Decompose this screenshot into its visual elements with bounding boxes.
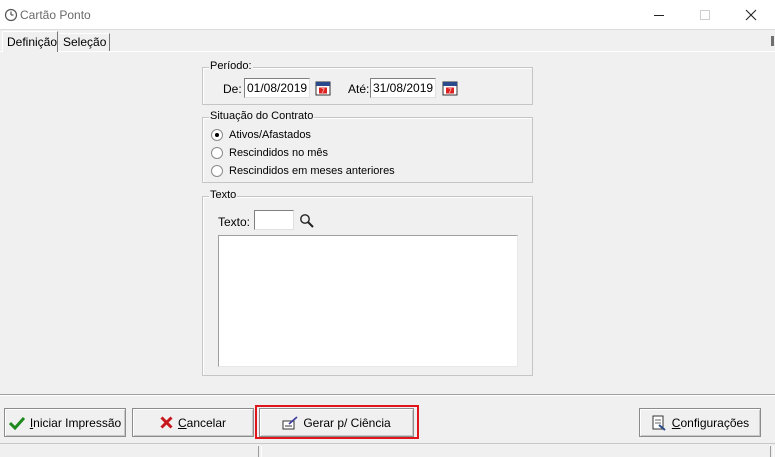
minimize-button[interactable] bbox=[636, 0, 682, 30]
periodo-group: Período: De: 01/08/2019 7 Até: 31/08/201… bbox=[202, 60, 533, 105]
radio-label: Rescindidos em meses anteriores bbox=[229, 165, 395, 177]
radio-button[interactable] bbox=[211, 165, 223, 177]
iniciar-label: Iniciar Impressão bbox=[29, 415, 122, 430]
configuracoes-label: Configurações bbox=[671, 415, 750, 430]
ate-date-field[interactable]: 31/08/2019 bbox=[370, 78, 436, 98]
gerar-label: Gerar p/ Ciência bbox=[303, 415, 391, 430]
de-date-field[interactable]: 01/08/2019 bbox=[244, 78, 310, 98]
sign-document-icon bbox=[282, 415, 298, 429]
close-button[interactable] bbox=[728, 0, 774, 30]
periodo-legend: Período: bbox=[209, 60, 253, 72]
magnifier-icon[interactable] bbox=[299, 213, 315, 229]
radio-label: Ativos/Afastados bbox=[229, 129, 311, 141]
bottom-separator-highlight bbox=[0, 395, 775, 396]
tab-panel-border bbox=[0, 51, 775, 52]
check-icon bbox=[8, 416, 25, 430]
tab-definicao[interactable]: Definição bbox=[2, 31, 58, 52]
radio-rescindidos-mes[interactable]: Rescindidos no mês bbox=[211, 145, 328, 161]
x-icon bbox=[160, 416, 173, 429]
texto-input[interactable] bbox=[254, 210, 294, 230]
radio-button[interactable] bbox=[211, 147, 223, 159]
radio-label: Rescindidos no mês bbox=[229, 147, 329, 159]
minimize-icon bbox=[654, 14, 664, 16]
texto-label: Texto: bbox=[218, 215, 251, 229]
clock-icon bbox=[4, 8, 18, 22]
radio-ativos[interactable]: Ativos/Afastados bbox=[211, 127, 311, 143]
gerar-ciencia-button[interactable]: Gerar p/ Ciência bbox=[259, 408, 414, 437]
radio-button[interactable] bbox=[211, 129, 223, 141]
de-label: De: bbox=[223, 82, 242, 96]
situacao-legend: Situação do Contrato bbox=[209, 110, 315, 122]
window-title: Cartão Ponto bbox=[20, 8, 91, 22]
cancelar-label: Cancelar bbox=[177, 415, 227, 430]
cancelar-button[interactable]: Cancelar bbox=[132, 408, 254, 437]
scroll-edge-marker bbox=[771, 36, 774, 46]
radio-selected-dot bbox=[215, 133, 219, 137]
status-divider bbox=[258, 446, 262, 457]
status-bar bbox=[0, 443, 775, 457]
close-icon bbox=[745, 9, 757, 21]
status-divider bbox=[770, 446, 774, 457]
ate-label: Até: bbox=[348, 82, 370, 96]
tab-selecao[interactable]: Seleção bbox=[59, 33, 110, 51]
configuracoes-button[interactable]: Configurações bbox=[639, 408, 761, 437]
title-bar: Cartão Ponto bbox=[0, 0, 775, 30]
situacao-group: Situação do Contrato Ativos/Afastados Re… bbox=[202, 110, 533, 183]
maximize-icon bbox=[700, 10, 710, 20]
texto-group: Texto Texto: bbox=[202, 189, 533, 376]
texto-memo[interactable] bbox=[218, 235, 518, 367]
texto-legend: Texto bbox=[209, 189, 238, 201]
maximize-button[interactable] bbox=[682, 0, 728, 30]
radio-rescindidos-anteriores[interactable]: Rescindidos em meses anteriores bbox=[211, 163, 395, 179]
calendar-icon[interactable]: 7 bbox=[315, 80, 331, 96]
calendar-icon[interactable]: 7 bbox=[442, 80, 458, 96]
iniciar-impressao-button[interactable]: Iniciar Impressão bbox=[4, 408, 126, 437]
settings-document-icon bbox=[652, 415, 666, 431]
